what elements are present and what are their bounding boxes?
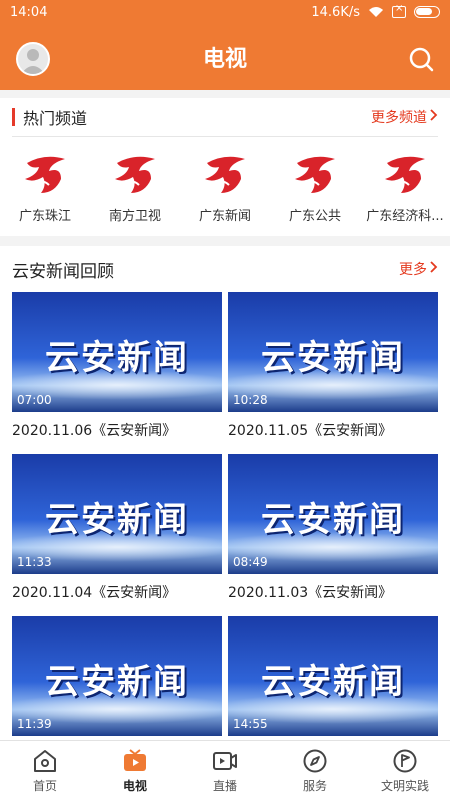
- video-thumbnail[interactable]: 云安新闻 11:33: [12, 454, 222, 574]
- status-time: 14:04: [10, 4, 48, 20]
- channel-item-guangdong-zhujiang[interactable]: 广东珠江: [2, 149, 88, 224]
- battery-icon: [414, 6, 440, 18]
- page-title: 电视: [202, 47, 247, 72]
- video-card[interactable]: 云安新闻 11:39: [12, 616, 222, 736]
- channel-name: 南方卫视: [108, 209, 161, 224]
- thumbnail-title: 云安新闻: [261, 338, 405, 378]
- video-card[interactable]: 云安新闻 14:55: [228, 616, 438, 736]
- channel-name: 广东公共: [288, 209, 341, 224]
- news-review-section: 云安新闻回顾 更多 云安新闻 07:00 2020.11.06《云安新闻》 云安…: [0, 246, 450, 740]
- video-caption[interactable]: 2020.11.03《云安新闻》: [228, 582, 438, 602]
- channel-logo-icon: [205, 156, 245, 193]
- status-bar: 14:04 14.6K/s: [0, 0, 450, 24]
- thumbnail-title: 云安新闻: [261, 662, 405, 702]
- video-duration: 07:00: [17, 393, 52, 407]
- nav-item-live[interactable]: 直播: [185, 748, 265, 794]
- nav-item-tv[interactable]: 电视: [95, 748, 175, 794]
- more-news-label: 更多: [399, 262, 427, 278]
- channel-item-guangdong-economy[interactable]: 广东经济科...: [362, 149, 448, 224]
- thumbnail-title: 云安新闻: [45, 500, 189, 540]
- network-speed: 14.6K/s: [311, 4, 360, 20]
- compass-icon: [303, 749, 327, 772]
- thumbnail-title: 云安新闻: [45, 338, 189, 378]
- channel-logo-icon: [25, 156, 65, 193]
- nav-label: 直播: [212, 778, 237, 793]
- video-caption[interactable]: 2020.11.06《云安新闻》: [12, 420, 222, 440]
- nav-item-civilization[interactable]: 文明实践: [365, 748, 445, 794]
- video-card[interactable]: 云安新闻 08:49 2020.11.03《云安新闻》: [228, 454, 438, 602]
- nav-item-service[interactable]: 服务: [275, 748, 355, 794]
- chevron-right-icon: [430, 109, 438, 125]
- channel-logo-icon: [115, 156, 155, 193]
- hot-channels-section: 热门频道 更多频道 广东珠江 南方卫视 广东新闻 广东公共 广东经济科...: [0, 98, 450, 236]
- chevron-right-icon: [430, 261, 438, 277]
- video-duration: 08:49: [233, 555, 268, 569]
- more-channels-link[interactable]: 更多频道: [371, 107, 438, 127]
- video-thumbnail[interactable]: 云安新闻 10:28: [228, 292, 438, 412]
- video-duration: 14:55: [233, 717, 268, 731]
- thumbnail-title: 云安新闻: [261, 500, 405, 540]
- nav-label: 电视: [122, 778, 147, 793]
- avatar[interactable]: [16, 42, 50, 76]
- channel-logo-icon: [295, 156, 335, 193]
- channel-item-guangdong-public[interactable]: 广东公共: [272, 149, 358, 224]
- channel-item-nanfang[interactable]: 南方卫视: [92, 149, 178, 224]
- news-review-title: 云安新闻回顾: [12, 261, 114, 282]
- video-caption[interactable]: 2020.11.05《云安新闻》: [228, 420, 438, 440]
- flag-icon: [393, 749, 417, 772]
- video-caption[interactable]: 2020.11.04《云安新闻》: [12, 582, 222, 602]
- home-icon: [34, 749, 56, 772]
- tv-icon: [124, 748, 146, 771]
- sim-icon: [392, 3, 406, 18]
- video-grid: 云安新闻 07:00 2020.11.06《云安新闻》 云安新闻 10:28 2…: [0, 292, 450, 740]
- search-icon[interactable]: [408, 46, 434, 72]
- video-thumbnail[interactable]: 云安新闻 11:39: [12, 616, 222, 736]
- nav-label: 文明实践: [380, 778, 429, 793]
- video-duration: 11:39: [17, 717, 52, 731]
- bottom-navigation: 首页 电视 直播 服务 文明实践: [0, 740, 450, 800]
- thumbnail-title: 云安新闻: [45, 662, 189, 702]
- hot-channels-header: 热门频道 更多频道: [0, 98, 450, 136]
- video-card[interactable]: 云安新闻 10:28 2020.11.05《云安新闻》: [228, 292, 438, 440]
- channel-name: 广东新闻: [198, 209, 251, 224]
- video-duration: 10:28: [233, 393, 268, 407]
- video-thumbnail[interactable]: 云安新闻 07:00: [12, 292, 222, 412]
- video-thumbnail[interactable]: 云安新闻 08:49: [228, 454, 438, 574]
- wifi-icon: [368, 6, 384, 18]
- channel-list: 广东珠江 南方卫视 广东新闻 广东公共 广东经济科...: [0, 137, 450, 224]
- video-card[interactable]: 云安新闻 11:33 2020.11.04《云安新闻》: [12, 454, 222, 602]
- channel-item-guangdong-news[interactable]: 广东新闻: [182, 149, 268, 224]
- nav-item-home[interactable]: 首页: [5, 748, 85, 794]
- channel-name: 广东珠江: [18, 209, 71, 224]
- more-channels-label: 更多频道: [371, 110, 427, 126]
- nav-label: 服务: [302, 778, 327, 793]
- section-marker: [12, 108, 15, 126]
- more-news-link[interactable]: 更多: [399, 259, 438, 279]
- video-thumbnail[interactable]: 云安新闻 14:55: [228, 616, 438, 736]
- channel-name: 广东经济科...: [366, 209, 444, 224]
- video-card[interactable]: 云安新闻 07:00 2020.11.06《云安新闻》: [12, 292, 222, 440]
- live-video-icon: [213, 751, 237, 770]
- hot-channels-title: 热门频道: [23, 109, 88, 128]
- video-duration: 11:33: [17, 555, 52, 569]
- app-header: 电视: [0, 24, 450, 90]
- nav-label: 首页: [32, 778, 57, 793]
- news-review-header: 云安新闻回顾 更多: [0, 246, 450, 292]
- channel-logo-icon: [385, 156, 425, 193]
